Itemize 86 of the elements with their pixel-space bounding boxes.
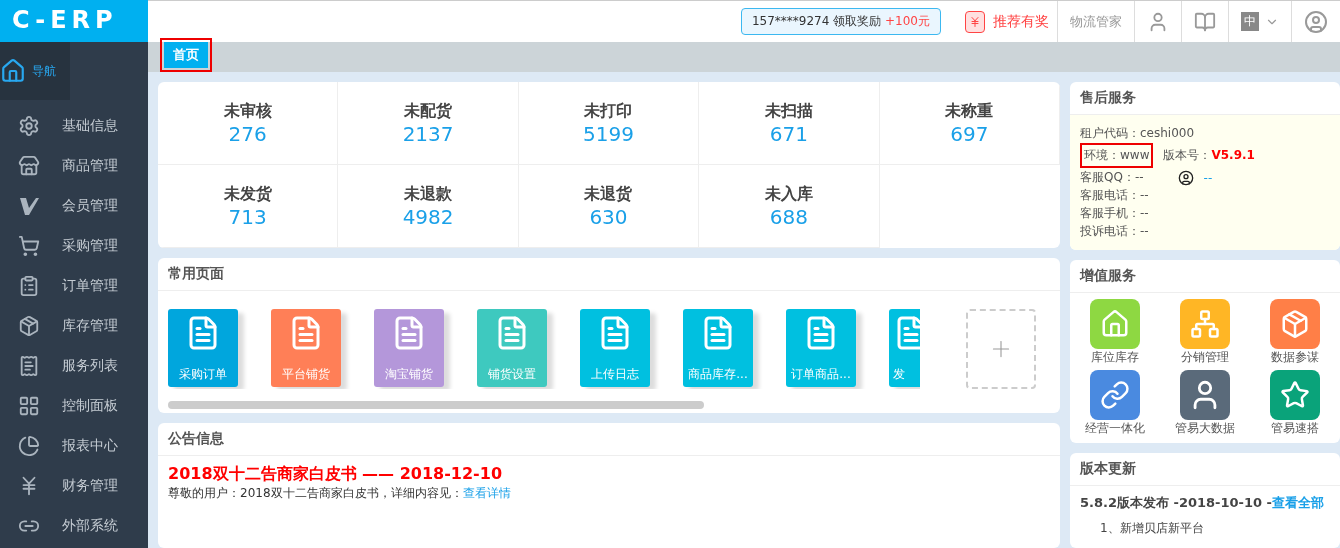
shortcut-tile[interactable]: 订单商品... — [786, 309, 856, 387]
reward-tooltip[interactable]: 157****9274 领取奖励 +100元 — [740, 8, 941, 35]
stat-label: 未发货 — [223, 183, 272, 205]
sidebar-item[interactable]: 基础信息 — [0, 106, 148, 146]
stat-label: 未入库 — [764, 183, 813, 205]
card-title: 增值服务 — [1070, 260, 1340, 293]
home-tab[interactable]: 首页 — [164, 42, 208, 68]
sidebar-item[interactable]: 服务列表 — [0, 346, 148, 386]
shortcut-tile[interactable]: 淘宝铺货 — [374, 309, 444, 387]
card-title: 公告信息 — [158, 423, 1060, 456]
box-icon — [18, 315, 40, 337]
book-icon[interactable] — [1194, 10, 1216, 33]
stat-label: 未审核 — [223, 100, 272, 122]
stat-value[interactable]: 4982 — [402, 204, 454, 229]
stat-label: 未扫描 — [764, 100, 813, 122]
stat-label: 未打印 — [584, 100, 633, 122]
sidebar-item[interactable]: 商品管理 — [0, 146, 148, 186]
home-icon — [0, 58, 26, 84]
details-link[interactable]: 查看详情 — [462, 486, 511, 500]
sidebar-item[interactable]: 报表中心 — [0, 426, 148, 466]
gear-icon — [18, 115, 40, 137]
cart-icon — [18, 235, 40, 257]
stat-label: 未配货 — [404, 100, 453, 122]
shortcut-tile[interactable]: 上传日志 — [580, 309, 650, 387]
info-text: 投诉电话：-- — [1080, 223, 1149, 240]
package-icon — [1280, 309, 1310, 339]
envelope-icon — [965, 10, 985, 33]
sidebar-item[interactable]: 库存管理 — [0, 306, 148, 346]
stat-label: 未退款 — [404, 183, 453, 205]
info-text: 客服电话：-- — [1080, 187, 1149, 204]
app-logo: C-ERP — [0, 0, 148, 42]
house-icon — [1100, 309, 1130, 339]
sidebar-item[interactable]: 会员管理 — [0, 186, 148, 226]
sidebar-item[interactable]: 财务管理 — [0, 466, 148, 506]
stat-value[interactable]: 276 — [228, 121, 267, 146]
stat-value[interactable]: 688 — [769, 204, 808, 229]
stat-value[interactable]: 697 — [950, 121, 989, 146]
service-item[interactable]: 分销管理 — [1160, 299, 1250, 366]
star-icon — [1280, 380, 1310, 410]
sidebar-item[interactable]: 外部系统 — [0, 506, 148, 546]
stat-label: 未退货 — [584, 183, 633, 205]
sidebar-item[interactable]: 采购管理 — [0, 226, 148, 266]
sidebar-item[interactable]: 订单管理 — [0, 266, 148, 306]
hierarchy-icon — [1190, 309, 1220, 339]
shortcut-tile[interactable]: 发 — [889, 309, 920, 387]
service-item[interactable]: 管易速搭 — [1250, 370, 1340, 437]
info-text: 租户代码：ceshi000 — [1080, 125, 1195, 142]
info-text: 环境：www — [1084, 147, 1150, 164]
grid-icon — [18, 395, 40, 417]
notice-headline: 2018双十二告商家白皮书 —— 2018-12-10 — [168, 464, 503, 485]
stat-value[interactable]: 2137 — [402, 121, 454, 146]
add-shortcut-button[interactable] — [966, 309, 1036, 389]
service-item[interactable]: 数据参谋 — [1250, 299, 1340, 366]
card-title: 常用页面 — [158, 258, 1060, 291]
nav-header[interactable]: 导航 — [0, 42, 70, 100]
shortcut-tile[interactable]: 平台铺货 — [271, 309, 341, 387]
store-icon — [18, 155, 40, 177]
referral-link[interactable]: 推荐有奖 — [993, 12, 1049, 31]
service-item[interactable]: 库位库存 — [1070, 299, 1160, 366]
view-all-link[interactable]: 查看全部 — [1272, 495, 1324, 510]
stat-value[interactable]: 713 — [228, 204, 267, 229]
qq-link[interactable]: -- — [1203, 170, 1213, 185]
chain-link-icon — [1100, 380, 1130, 410]
update-item: 1、新增贝店新平台 — [1099, 520, 1205, 537]
user-avatar-icon[interactable] — [1304, 9, 1328, 34]
v-mark-icon — [18, 195, 40, 217]
info-text: 客服QQ：-- — [1080, 169, 1144, 186]
update-headline: 5.8.2版本发布 -2018-10-10 -查看全部 — [1079, 494, 1325, 512]
clipboard-icon — [18, 275, 40, 297]
receipt-icon — [18, 355, 40, 377]
stat-label: 未称重 — [945, 100, 994, 122]
stat-value[interactable]: 671 — [769, 121, 808, 146]
info-text: 客服手机：-- — [1080, 205, 1149, 222]
sidebar-item[interactable]: 控制面板 — [0, 386, 148, 426]
pie-chart-icon — [18, 435, 40, 457]
stat-value[interactable]: 630 — [589, 204, 628, 229]
shortcut-tile[interactable]: 铺货设置 — [477, 309, 547, 387]
service-item[interactable]: 经营一体化 — [1070, 370, 1160, 437]
shortcut-tile[interactable]: 采购订单 — [168, 309, 238, 387]
shortcut-tile[interactable]: 商品库存... — [683, 309, 753, 387]
version-text: 版本号：V5.9.1 — [1163, 147, 1255, 164]
service-item[interactable]: 管易大数据 — [1160, 370, 1250, 437]
scrollbar-thumb[interactable] — [168, 401, 704, 409]
stat-value[interactable]: 5199 — [583, 121, 634, 146]
card-title: 版本更新 — [1070, 453, 1340, 486]
notice-text: 尊敬的用户：2018双十二告商家白皮书，详细内容见：查看详情 — [168, 485, 512, 502]
